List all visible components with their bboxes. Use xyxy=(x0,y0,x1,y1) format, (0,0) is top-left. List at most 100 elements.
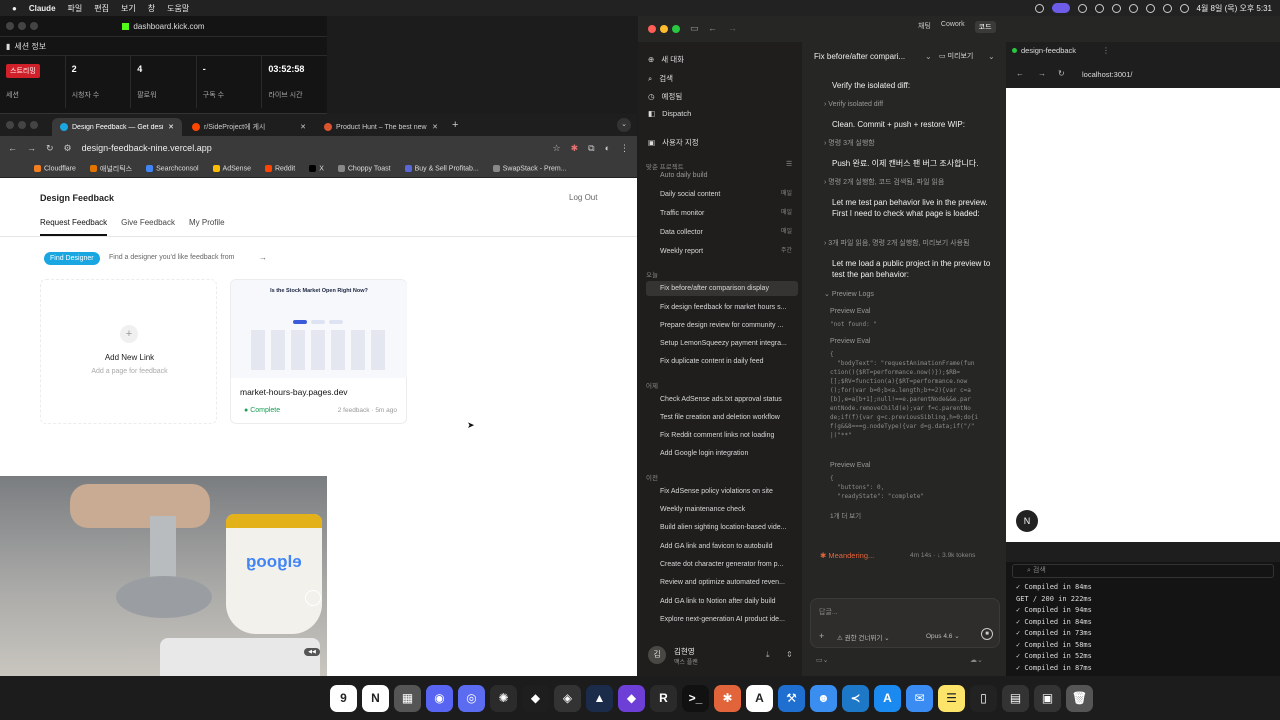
dock-calendar-icon[interactable]: 9 xyxy=(330,684,357,712)
close-window-icon[interactable] xyxy=(648,25,656,33)
dock-figma-icon[interactable]: ◆ xyxy=(522,684,549,712)
preview-tab[interactable]: design-feedback xyxy=(1012,46,1076,55)
chrome-menu-icon[interactable]: ⋮ xyxy=(620,143,629,154)
find-designer-button[interactable]: Find Designer xyxy=(44,252,100,265)
recurring-task[interactable]: Data collector 매일 xyxy=(646,225,798,240)
extensions-icon[interactable]: ⧉ xyxy=(588,143,594,154)
conversation-item[interactable]: Weekly maintenance check xyxy=(646,502,798,517)
bookmark-searchconsole[interactable]: Searchconsol xyxy=(146,164,199,172)
attach-plus-icon[interactable]: + xyxy=(819,631,824,641)
tab-design-feedback[interactable]: Design Feedback — Get desi ✕ xyxy=(52,118,182,136)
chevron-down-icon[interactable]: ⌄ xyxy=(988,52,995,61)
dock-r-app-icon[interactable]: R xyxy=(650,684,677,712)
conversation-item[interactable]: Fix duplicate content in daily feed xyxy=(646,354,798,369)
camera-control-icon[interactable] xyxy=(305,590,321,606)
logout-link[interactable]: Log Out xyxy=(569,193,597,202)
tab-list-button[interactable]: ⌄ xyxy=(617,118,631,132)
conversation-item[interactable]: Prepare design review for community ... xyxy=(646,318,798,333)
conversation-item[interactable]: Fix Reddit comment links not loading xyxy=(646,428,798,443)
menu-app-name[interactable]: Claude xyxy=(29,4,56,13)
conversation-item[interactable]: Review and optimize automated reven... xyxy=(646,575,798,590)
dispatch-button[interactable]: ◧ Dispatch xyxy=(648,109,691,118)
dock-cube-icon[interactable]: ◈ xyxy=(554,684,581,712)
user-name[interactable]: 김현영 xyxy=(674,646,695,657)
nav-request-feedback[interactable]: Request Feedback xyxy=(40,218,108,236)
reload-icon[interactable]: ↻ xyxy=(46,143,54,154)
back-icon[interactable]: ← xyxy=(1016,69,1024,78)
dock-discord-icon[interactable]: ◉ xyxy=(426,684,453,712)
tab-chat[interactable]: 채팅 xyxy=(918,21,931,33)
extension-icon[interactable]: ✱ xyxy=(571,143,579,154)
recurring-task[interactable]: Weekly report 주간 xyxy=(646,244,798,259)
console-search-input[interactable]: ⌕ 검색 xyxy=(1012,564,1274,578)
search-button[interactable]: ⌕ 검색 xyxy=(648,73,673,84)
forward-icon[interactable]: → xyxy=(728,23,737,33)
download-icon[interactable]: ⤓ xyxy=(766,650,770,660)
conversation-item[interactable]: Add GA link to Notion after daily build xyxy=(646,594,798,609)
back-icon[interactable]: ← xyxy=(708,23,717,33)
dock-claude-icon[interactable]: ✱ xyxy=(714,684,741,712)
chevron-down-icon[interactable]: ⌄ xyxy=(925,52,932,61)
menu-window[interactable]: 창 xyxy=(148,3,155,14)
menu-clock[interactable]: 4월 8일 (목) 오후 5:31 xyxy=(1197,3,1273,14)
permission-selector[interactable]: ⚠ 권한 건너뛰기 ⌄ xyxy=(837,632,890,642)
site-brand[interactable]: Design Feedback xyxy=(40,193,114,203)
conversation-item[interactable]: Fix AdSense policy violations on site xyxy=(646,484,798,499)
zoom-window-icon[interactable] xyxy=(30,121,38,129)
bookmark-choppy-toast[interactable]: Choppy Toast xyxy=(337,164,391,172)
dock-messenger-icon[interactable]: ◎ xyxy=(458,684,485,712)
forward-icon[interactable]: → xyxy=(27,143,36,153)
dock-calculator-icon[interactable]: ▦ xyxy=(394,684,421,712)
minimize-window-icon[interactable] xyxy=(660,25,668,33)
nav-my-profile[interactable]: My Profile xyxy=(189,218,225,236)
project-card[interactable]: Is the Stock Market Open Right Now? mark… xyxy=(230,279,407,424)
bookmark-reddit[interactable]: Reddit xyxy=(264,164,295,172)
close-tab-icon[interactable]: ✕ xyxy=(168,123,174,131)
model-selector[interactable]: Opus 4.6 ⌄ xyxy=(926,632,960,640)
tab-code[interactable]: 코드 xyxy=(974,21,996,33)
conversation-item[interactable]: Test file creation and deletion workflow xyxy=(646,410,798,425)
add-link-card[interactable]: + Add New Link Add a page for feedback xyxy=(40,279,217,424)
preview-logs-toggle[interactable]: ⌄ Preview Logs xyxy=(824,289,1004,300)
preview-toggle[interactable]: ▭ 미리보기 xyxy=(939,51,973,61)
preview-url[interactable]: localhost:3001/ xyxy=(1082,70,1132,79)
bookmark-star-icon[interactable]: ☆ xyxy=(553,143,561,154)
conversation-item[interactable]: Check AdSense ads.txt approval status xyxy=(646,392,798,407)
site-info-icon[interactable]: ⚙ xyxy=(64,143,72,154)
conversation-item[interactable]: Explore next-generation AI product ide..… xyxy=(646,612,798,627)
recurring-task[interactable]: Auto daily build xyxy=(646,168,798,183)
zoom-window-icon[interactable] xyxy=(30,22,38,30)
tray-icon[interactable] xyxy=(1111,3,1121,13)
conversation-item[interactable]: Create dot character generator from p... xyxy=(646,557,798,572)
conversation-item[interactable]: Add Google login integration xyxy=(646,446,798,461)
back-icon[interactable]: ← xyxy=(8,143,17,153)
sidebar-toggle-icon[interactable]: ▭ xyxy=(690,23,699,34)
tray-icon[interactable] xyxy=(1034,3,1044,13)
menu-view[interactable]: 보기 xyxy=(121,3,136,14)
search-icon[interactable] xyxy=(1162,3,1172,13)
more-icon[interactable]: ⋮ xyxy=(1102,46,1110,55)
tool-summary[interactable]: › 3개 파일 읽음, 명령 2개 실행함, 미리보기 사용됨 xyxy=(824,238,1004,249)
avatar[interactable]: 김 xyxy=(648,646,666,664)
bookmark-cloudflare[interactable]: Cloudflare xyxy=(34,164,76,172)
show-more-link[interactable]: 1개 더 보기 xyxy=(830,510,861,520)
customize-button[interactable]: ▣ 사용자 지정 xyxy=(648,137,699,148)
bookmark-swapstack[interactable]: SwapStack - Prem... xyxy=(492,164,567,172)
apple-icon[interactable]: ● xyxy=(12,4,17,13)
conversation-item[interactable]: Setup LemonSqueezy payment integra... xyxy=(646,336,798,351)
dock-finder-icon[interactable]: ☻ xyxy=(810,684,837,712)
dock-mail-icon[interactable]: ✉ xyxy=(906,684,933,712)
dock-trash-icon[interactable]: 🗑 xyxy=(1066,684,1093,712)
control-center-icon[interactable] xyxy=(1179,3,1189,13)
dock-affinity-icon[interactable]: ▲ xyxy=(586,684,613,712)
stop-button[interactable]: ■ xyxy=(981,628,993,640)
dock-phone-icon[interactable]: ▯ xyxy=(970,684,997,712)
wifi-icon[interactable] xyxy=(1145,3,1155,13)
nav-give-feedback[interactable]: Give Feedback xyxy=(121,218,175,236)
close-tab-icon[interactable]: ✕ xyxy=(432,123,438,131)
menu-edit[interactable]: 편집 xyxy=(94,3,109,14)
tool-summary[interactable]: › 명령 3개 실행함 xyxy=(824,138,1004,149)
nextjs-badge[interactable]: N xyxy=(1016,510,1038,532)
bookmark-x[interactable]: X xyxy=(309,164,324,172)
conversation-item[interactable]: Fix before/after comparison display xyxy=(646,281,798,296)
